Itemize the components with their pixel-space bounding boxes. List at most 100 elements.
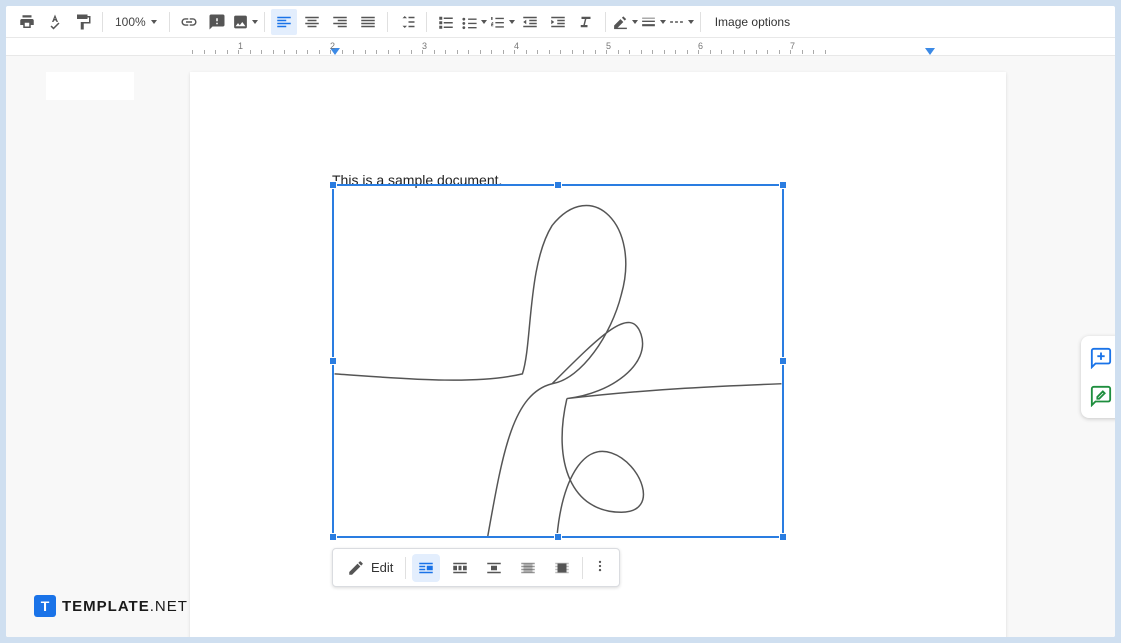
ruler-tick [342, 50, 343, 54]
drawing-content [334, 186, 782, 536]
ruler-tick [353, 50, 354, 54]
ruler-tick [399, 50, 400, 54]
ruler-tick [583, 50, 584, 54]
edit-label: Edit [371, 560, 393, 575]
watermark-icon: T [34, 595, 56, 617]
border-dash-dropdown[interactable] [668, 9, 694, 35]
spellcheck-icon[interactable] [42, 9, 68, 35]
ruler-tick [238, 50, 239, 54]
ruler-tick [296, 50, 297, 54]
ruler-tick [606, 50, 607, 54]
ruler-tick [560, 50, 561, 54]
line-spacing-dropdown[interactable] [394, 9, 420, 35]
print-icon[interactable] [14, 9, 40, 35]
side-panel [1081, 336, 1115, 418]
ruler-tick [526, 50, 527, 54]
ruler-tick [664, 50, 665, 54]
resize-handle-top-mid[interactable] [554, 181, 562, 189]
increase-indent-icon[interactable] [545, 9, 571, 35]
chevron-down-icon [151, 20, 157, 24]
chevron-down-icon [252, 20, 258, 24]
ruler-tick [572, 50, 573, 54]
decrease-indent-icon[interactable] [517, 9, 543, 35]
clear-formatting-icon[interactable] [573, 9, 599, 35]
border-color-dropdown[interactable] [612, 9, 638, 35]
image-options-button[interactable]: Image options [707, 15, 798, 29]
zoom-dropdown[interactable]: 100% [109, 15, 163, 29]
edit-button[interactable]: Edit [341, 555, 399, 581]
ruler-tick [491, 50, 492, 54]
link-icon[interactable] [176, 9, 202, 35]
ruler-tick [434, 50, 435, 54]
document-page[interactable]: This is a sample document. Edit [190, 72, 1006, 637]
ruler-tick [710, 50, 711, 54]
align-justify-icon[interactable] [355, 9, 381, 35]
ruler-tick [802, 50, 803, 54]
wrap-text-button[interactable] [446, 554, 474, 582]
image-selection-box[interactable] [332, 184, 784, 538]
resize-handle-top-left[interactable] [329, 181, 337, 189]
more-options-button[interactable] [589, 553, 611, 582]
ruler-tick [480, 50, 481, 54]
ruler-tick [365, 50, 366, 54]
suggest-edits-button[interactable] [1089, 384, 1113, 408]
ruler-tick [388, 50, 389, 54]
separator [426, 12, 427, 32]
chevron-down-icon [688, 20, 694, 24]
ruler-tick [503, 50, 504, 54]
insert-image-dropdown[interactable] [232, 9, 258, 35]
ruler-tick [825, 50, 826, 54]
ruler-tick [468, 50, 469, 54]
add-comment-button[interactable] [1089, 346, 1113, 370]
wrap-front-button[interactable] [548, 554, 576, 582]
ruler-tick [319, 50, 320, 54]
resize-handle-mid-right[interactable] [779, 357, 787, 365]
border-weight-dropdown[interactable] [640, 9, 666, 35]
align-right-icon[interactable] [327, 9, 353, 35]
separator [102, 12, 103, 32]
format-paint-icon[interactable] [70, 9, 96, 35]
separator [169, 12, 170, 32]
outline-thumbnail[interactable] [46, 72, 134, 100]
ruler-tick [652, 50, 653, 54]
ruler-tick [675, 50, 676, 54]
ruler-tick [250, 50, 251, 54]
resize-handle-bot-left[interactable] [329, 533, 337, 541]
separator [264, 12, 265, 32]
comment-icon[interactable] [204, 9, 230, 35]
wrap-behind-button[interactable] [514, 554, 542, 582]
ruler-tick [537, 50, 538, 54]
ruler-tick [330, 50, 331, 54]
watermark-text: TEMPLATE.NET [62, 598, 188, 615]
ruler-tick [549, 50, 550, 54]
separator [605, 12, 606, 32]
wrap-break-button[interactable] [480, 554, 508, 582]
ruler-tick [813, 50, 814, 54]
watermark: T TEMPLATE.NET [34, 595, 188, 617]
ruler-tick [687, 50, 688, 54]
bullet-list-dropdown[interactable] [461, 9, 487, 35]
resize-handle-top-right[interactable] [779, 181, 787, 189]
checklist-icon[interactable] [433, 9, 459, 35]
numbered-list-dropdown[interactable] [489, 9, 515, 35]
ruler-tick [733, 50, 734, 54]
resize-handle-bot-mid[interactable] [554, 533, 562, 541]
ruler-tick [641, 50, 642, 54]
resize-handle-mid-left[interactable] [329, 357, 337, 365]
align-left-icon[interactable] [271, 9, 297, 35]
ruler-tick [790, 50, 791, 54]
ruler-tick [422, 50, 423, 54]
image-floating-toolbar: Edit [332, 548, 620, 587]
ruler-tick [618, 50, 619, 54]
resize-handle-bot-right[interactable] [779, 533, 787, 541]
ruler-tick [192, 50, 193, 54]
separator [405, 557, 406, 579]
ruler-tick [779, 50, 780, 54]
ruler-tick [595, 50, 596, 54]
ruler-tick [744, 50, 745, 54]
ruler-tick [767, 50, 768, 54]
wrap-inline-button[interactable] [412, 554, 440, 582]
main-toolbar: 100% Image options [6, 6, 1115, 38]
align-center-icon[interactable] [299, 9, 325, 35]
indent-marker-right[interactable] [925, 48, 935, 55]
